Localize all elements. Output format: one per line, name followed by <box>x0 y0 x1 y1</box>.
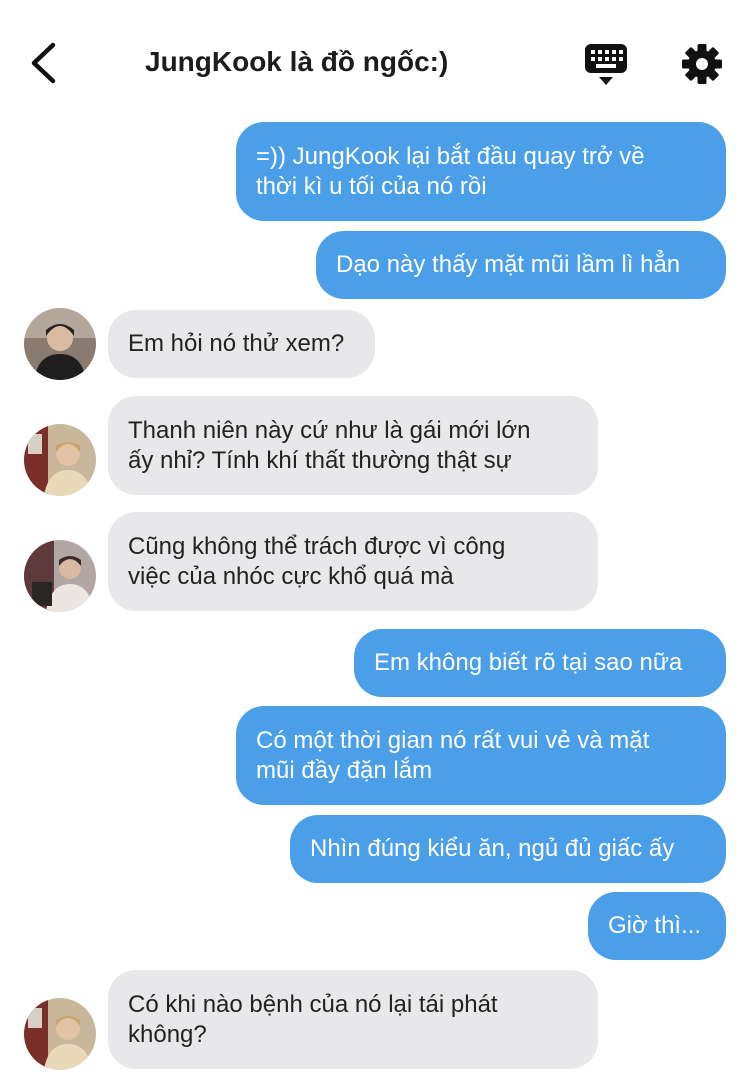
keyboard-button[interactable] <box>582 40 630 88</box>
avatar-image <box>24 308 96 380</box>
message-bubble-incoming[interactable]: Thanh niên này cứ như là gái mới lớn ấy … <box>108 396 598 495</box>
message-text: =)) JungKook lại bắt đầu quay trở về <box>256 142 645 170</box>
back-button[interactable] <box>22 40 66 86</box>
message-bubble-outgoing[interactable]: =)) JungKook lại bắt đầu quay trở về thờ… <box>236 122 726 221</box>
chat-title: JungKook là đồ ngốc:) <box>145 46 449 77</box>
message-bubble-incoming[interactable]: Cũng không thể trách được vì công việc c… <box>108 512 598 611</box>
message-bubble-outgoing[interactable]: Nhìn đúng kiểu ăn, ngủ đủ giấc ấy <box>290 815 726 883</box>
message-bubble-incoming[interactable]: Em hỏi nó thử xem? <box>108 310 375 378</box>
avatar[interactable] <box>24 998 96 1070</box>
chevron-left-icon <box>31 42 56 84</box>
message-bubble-outgoing[interactable]: Em không biết rõ tại sao nữa <box>354 629 726 697</box>
message-text: Có khi nào bệnh của nó lại tái phát <box>128 990 498 1018</box>
message-text: Thanh niên này cứ như là gái mới lớn <box>128 416 531 444</box>
settings-button[interactable] <box>680 42 724 86</box>
avatar[interactable] <box>24 308 96 380</box>
keyboard-icon <box>585 44 627 85</box>
gear-icon <box>682 44 722 84</box>
message-text: Có một thời gian nó rất vui vẻ và mặt <box>256 726 650 754</box>
message-text: Em không biết rõ tại sao nữa <box>374 649 683 676</box>
avatar-image <box>24 540 96 612</box>
message-bubble-incoming[interactable]: Có khi nào bệnh của nó lại tái phát khôn… <box>108 970 598 1069</box>
message-bubble-outgoing[interactable]: Dạo này thấy mặt mũi lầm lì hẳn <box>316 231 726 299</box>
avatar[interactable] <box>24 424 96 496</box>
message-text: Cũng không thể trách được vì công <box>128 532 506 560</box>
message-text: không? <box>128 1020 207 1048</box>
message-text: Dạo này thấy mặt mũi lầm lì hẳn <box>336 251 681 278</box>
message-text: mũi đầy đặn lắm <box>256 756 433 784</box>
message-text: việc của nhóc cực khổ quá mà <box>128 562 454 590</box>
avatar[interactable] <box>24 540 96 612</box>
message-text: ấy nhỉ? Tính khí thất thường thật sự <box>128 446 512 474</box>
message-text: thời kì u tối của nó rồi <box>256 172 487 200</box>
message-text: Nhìn đúng kiểu ăn, ngủ đủ giấc ấy <box>310 835 675 862</box>
avatar-image <box>24 998 96 1070</box>
message-text: Giờ thì... <box>608 912 702 939</box>
chat-header: JungKook là đồ ngốc:) <box>0 0 750 110</box>
avatar-image <box>24 424 96 496</box>
message-bubble-outgoing[interactable]: Có một thời gian nó rất vui vẻ và mặt mũ… <box>236 706 726 805</box>
message-text: Em hỏi nó thử xem? <box>128 330 345 357</box>
message-bubble-outgoing[interactable]: Giờ thì... <box>588 892 726 960</box>
